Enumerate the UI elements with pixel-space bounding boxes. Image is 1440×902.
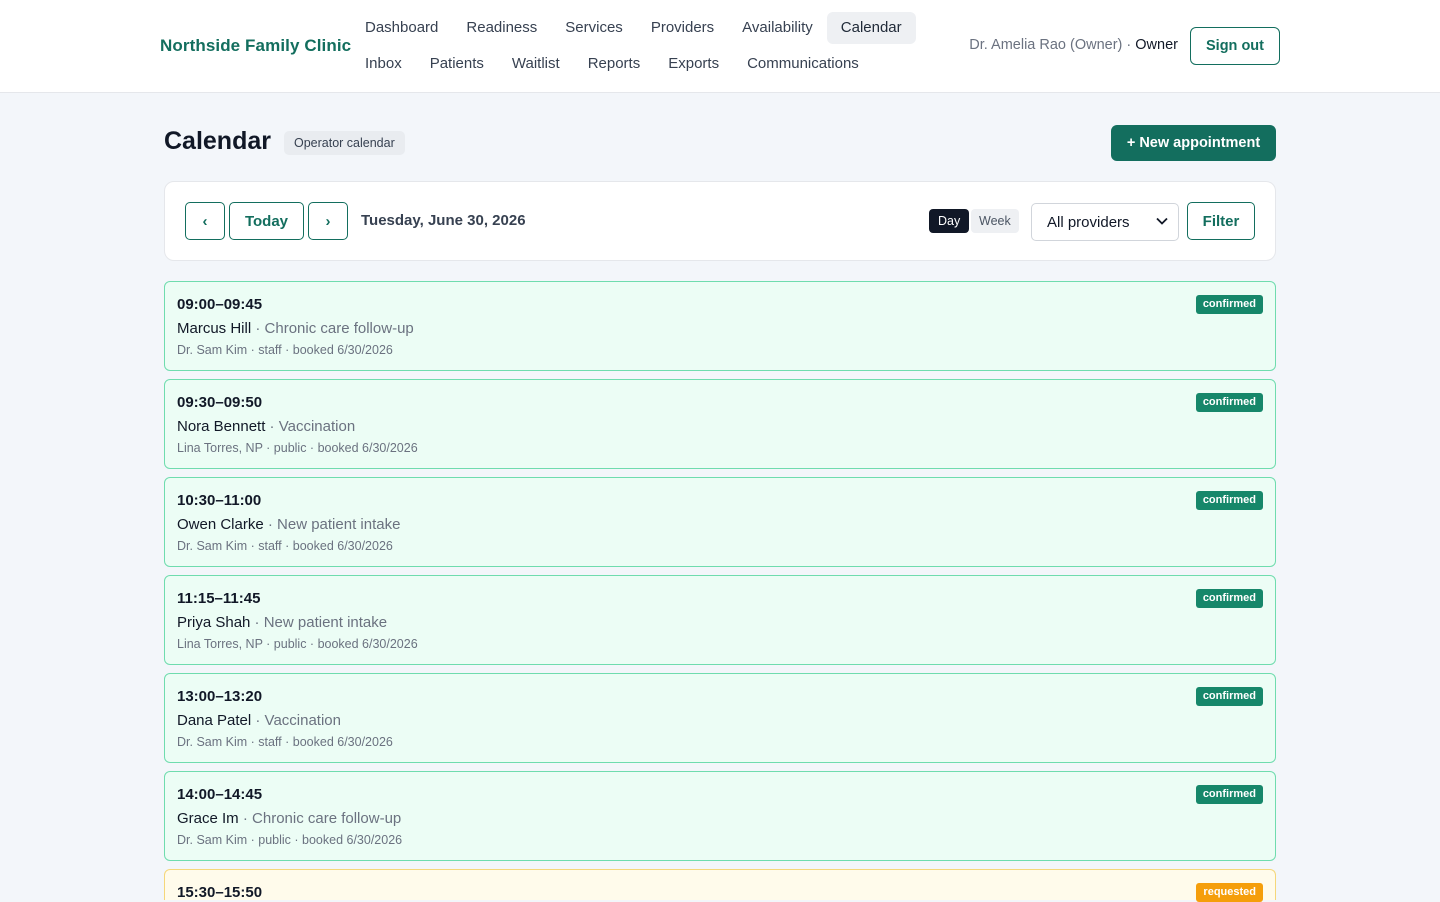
service-name: · New patient intake <box>250 614 388 631</box>
appointment-card[interactable]: 09:30–09:50 Nora Bennett · Vaccination L… <box>164 379 1276 469</box>
status-badge: confirmed <box>1195 687 1263 706</box>
status-badge: requested <box>1196 883 1263 902</box>
patient-name: Nora Bennett <box>177 418 266 435</box>
top-bar: Northside Family Clinic Dashboard Readin… <box>0 0 1440 93</box>
nav-communications[interactable]: Communications <box>733 48 873 80</box>
appointment-time: 15:30–15:50 <box>177 884 263 901</box>
user-name: Dr. Amelia Rao (Owner) <box>969 37 1123 53</box>
appointment-meta: Dr. Sam Kim · public · booked 6/30/2026 <box>177 833 403 847</box>
status-badge: confirmed <box>1195 393 1263 412</box>
appointment-card[interactable]: 13:00–13:20 Dana Patel · Vaccination Dr.… <box>164 673 1276 763</box>
nav-inbox[interactable]: Inbox <box>351 48 416 80</box>
nav-reports[interactable]: Reports <box>574 48 655 80</box>
nav-availability[interactable]: Availability <box>728 12 827 44</box>
patient-name: Owen Clarke <box>177 516 264 533</box>
status-badge: confirmed <box>1195 785 1263 804</box>
nav-patients[interactable]: Patients <box>416 48 498 80</box>
appointment-meta: Lina Torres, NP · public · booked 6/30/2… <box>177 441 418 455</box>
nav-dashboard[interactable]: Dashboard <box>351 12 452 44</box>
appointment-meta: Dr. Sam Kim · staff · booked 6/30/2026 <box>177 343 393 357</box>
nav-row-2: Inbox Patients Waitlist Reports Exports … <box>351 48 931 80</box>
appointment-meta: Dr. Sam Kim · staff · booked 6/30/2026 <box>177 539 393 553</box>
page-title: Calendar <box>164 127 271 155</box>
appointment-time: 09:00–09:45 <box>177 296 263 313</box>
appointment-card[interactable]: 11:15–11:45 Priya Shah · New patient int… <box>164 575 1276 665</box>
user-separator: · <box>1122 37 1136 53</box>
user-role: Owner <box>1135 37 1178 53</box>
appointment-time: 11:15–11:45 <box>177 590 261 607</box>
previous-day-button[interactable]: ‹ <box>185 202 225 240</box>
view-week-toggle[interactable]: Week <box>971 209 1019 233</box>
appointment-summary: Marcus Hill · Chronic care follow-up <box>177 320 414 337</box>
service-name: · Chronic care follow-up <box>251 320 414 337</box>
patient-name: Priya Shah <box>177 614 251 631</box>
provider-select-value: All providers <box>1047 213 1130 231</box>
nav-providers[interactable]: Providers <box>637 12 728 44</box>
patient-name: Marcus Hill <box>177 320 252 337</box>
service-name: · Vaccination <box>251 712 341 729</box>
status-badge: confirmed <box>1195 589 1263 608</box>
sign-out-button[interactable]: Sign out <box>1190 27 1280 65</box>
appointment-summary: Owen Clarke · New patient intake <box>177 516 400 533</box>
filter-button[interactable]: Filter <box>1187 202 1255 240</box>
patient-name: Grace Im <box>177 810 239 827</box>
current-date: Tuesday, June 30, 2026 <box>361 212 526 229</box>
nav-readiness[interactable]: Readiness <box>452 12 551 44</box>
appointment-time: 13:00–13:20 <box>177 688 263 705</box>
appointment-time: 14:00–14:45 <box>177 786 263 803</box>
view-day-toggle[interactable]: Day <box>929 209 970 233</box>
today-button[interactable]: Today <box>229 202 304 240</box>
appointment-time: 09:30–09:50 <box>177 394 263 411</box>
operator-calendar-badge: Operator calendar <box>284 131 405 155</box>
chevron-down-icon <box>1156 216 1168 228</box>
appointment-summary: Nora Bennett · Vaccination <box>177 418 355 435</box>
appointment-summary: Dana Patel · Vaccination <box>177 712 341 729</box>
provider-select[interactable]: All providers <box>1031 203 1179 241</box>
appointment-card[interactable]: 10:30–11:00 Owen Clarke · New patient in… <box>164 477 1276 567</box>
appointment-card[interactable]: 09:00–09:45 Marcus Hill · Chronic care f… <box>164 281 1276 371</box>
appointment-card[interactable]: 15:30–15:50 requested <box>164 869 1276 902</box>
nav-calendar[interactable]: Calendar <box>826 12 916 44</box>
service-name: · Chronic care follow-up <box>238 810 402 827</box>
appointment-time: 10:30–11:00 <box>177 492 262 509</box>
appointment-meta: Lina Torres, NP · public · booked 6/30/2… <box>177 637 418 651</box>
appointment-card[interactable]: 14:00–14:45 Grace Im · Chronic care foll… <box>164 771 1276 861</box>
nav-waitlist[interactable]: Waitlist <box>498 48 574 80</box>
calendar-toolbar: ‹ Today › Tuesday, June 30, 2026 Day Wee… <box>164 181 1276 261</box>
status-badge: confirmed <box>1195 491 1263 510</box>
nav-exports[interactable]: Exports <box>654 48 733 80</box>
appointment-summary: Grace Im · Chronic care follow-up <box>177 810 401 827</box>
patient-name: Dana Patel <box>177 712 252 729</box>
appointment-summary: Priya Shah · New patient intake <box>177 614 387 631</box>
service-name: · New patient intake <box>263 516 401 533</box>
main-nav: Dashboard Readiness Services Providers A… <box>351 12 931 84</box>
next-day-button[interactable]: › <box>308 202 348 240</box>
appointment-meta: Dr. Sam Kim · staff · booked 6/30/2026 <box>177 735 393 749</box>
service-name: · Vaccination <box>265 418 356 435</box>
current-user: Dr. Amelia Rao (Owner) · Owner <box>969 37 1178 53</box>
nav-services[interactable]: Services <box>551 12 637 44</box>
status-badge: confirmed <box>1195 295 1263 314</box>
nav-row-1: Dashboard Readiness Services Providers A… <box>351 12 931 44</box>
new-appointment-button[interactable]: + New appointment <box>1111 125 1276 161</box>
clinic-brand[interactable]: Northside Family Clinic <box>160 36 351 56</box>
